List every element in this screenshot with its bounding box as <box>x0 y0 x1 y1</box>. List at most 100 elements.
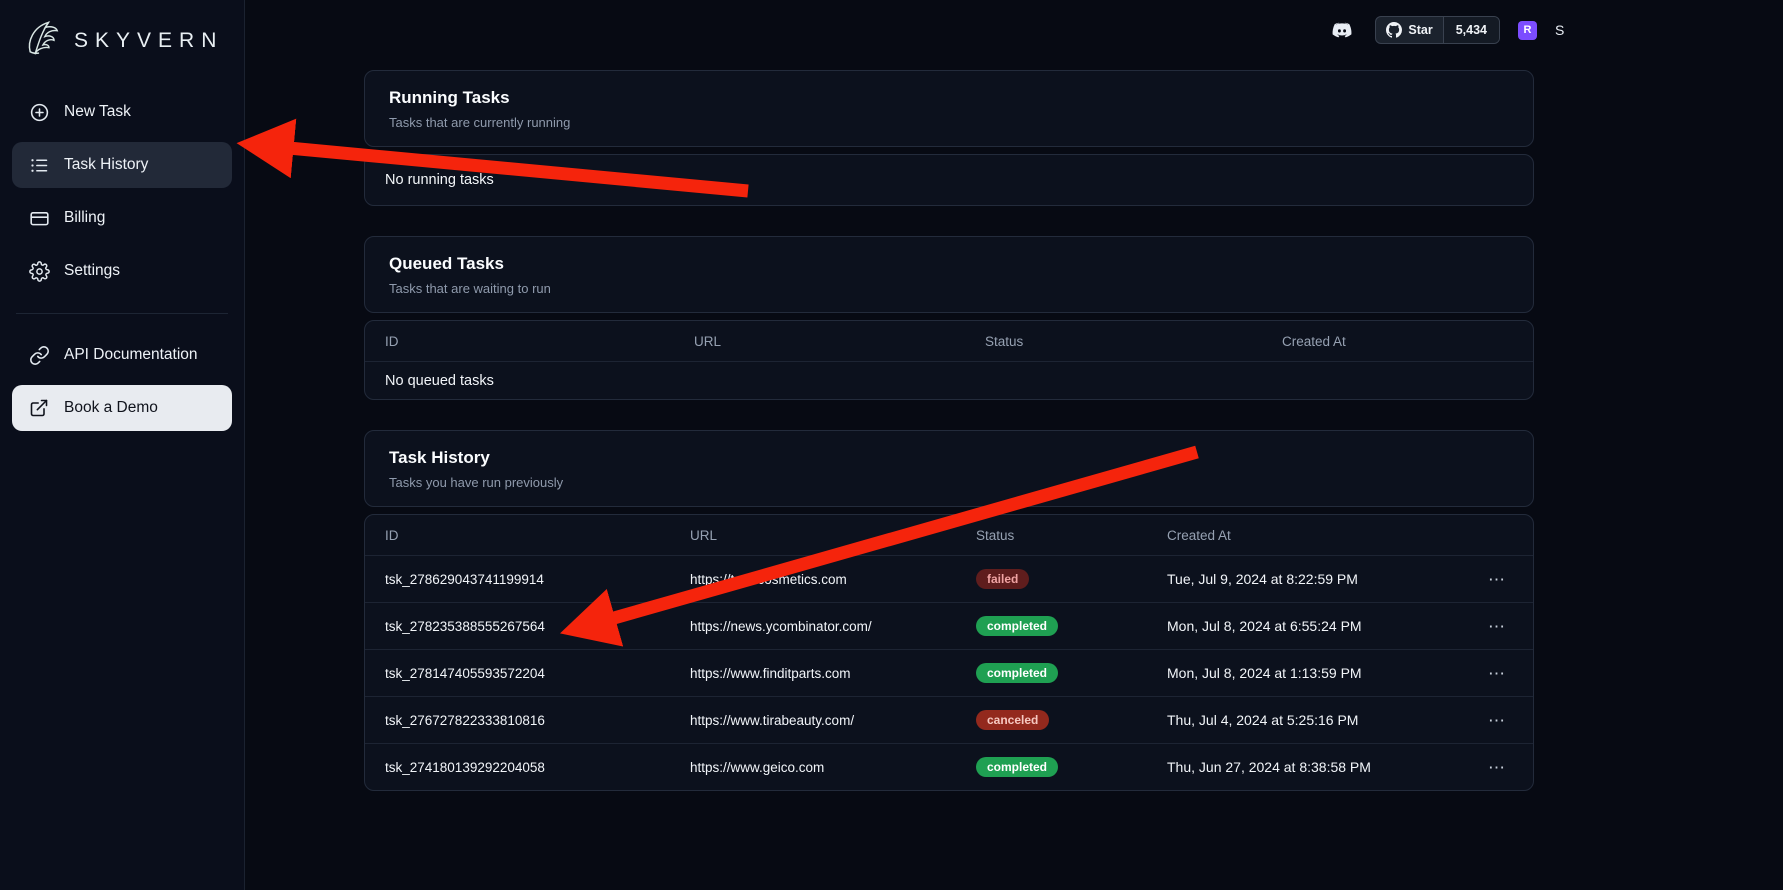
task-url: https://news.ycombinator.com/ <box>670 619 956 634</box>
task-history-table-header: ID URL Status Created At <box>365 515 1533 555</box>
task-history-row[interactable]: tsk_274180139292204058 https://www.geico… <box>365 743 1533 790</box>
task-status-cell: completed <box>956 663 1147 683</box>
task-status-cell: canceled <box>956 710 1147 730</box>
queued-tasks-title: Queued Tasks <box>389 254 1509 274</box>
main-area: Star 5,434 R S Running Tasks Tasks that … <box>245 0 1783 890</box>
sidebar-item-new-task[interactable]: New Task <box>12 89 232 135</box>
task-actions-cell: ⋯ <box>1473 757 1533 778</box>
queued-tasks-header-card: Queued Tasks Tasks that are waiting to r… <box>364 236 1534 313</box>
github-star-label: Star <box>1408 23 1432 37</box>
app-root: SKYVERN New Task Task History <box>0 0 1783 890</box>
task-history-row[interactable]: tsk_276727822333810816 https://www.tirab… <box>365 696 1533 743</box>
status-badge: completed <box>976 757 1058 777</box>
row-actions-button[interactable]: ⋯ <box>1484 663 1509 684</box>
task-actions-cell: ⋯ <box>1473 569 1533 590</box>
column-header-status: Status <box>956 528 1147 543</box>
queued-tasks-empty-row: No queued tasks <box>365 361 1533 399</box>
task-url: https://www.geico.com <box>670 760 956 775</box>
github-star-count: 5,434 <box>1443 17 1499 43</box>
task-history-row[interactable]: tsk_278147405593572204 https://www.findi… <box>365 649 1533 696</box>
task-status-cell: failed <box>956 569 1147 589</box>
running-tasks-subtitle: Tasks that are currently running <box>389 115 1509 130</box>
status-badge: completed <box>976 663 1058 683</box>
task-url: https://www.finditparts.com <box>670 666 956 681</box>
github-star-segment: Star <box>1376 17 1442 43</box>
list-icon <box>28 155 50 176</box>
github-icon <box>1386 22 1402 38</box>
plus-circle-icon <box>28 102 50 123</box>
task-history-title: Task History <box>389 448 1509 468</box>
task-actions-cell: ⋯ <box>1473 663 1533 684</box>
running-tasks-empty: No running tasks <box>364 154 1534 206</box>
credit-card-icon <box>28 208 50 229</box>
sidebar-divider <box>16 313 228 314</box>
task-id: tsk_276727822333810816 <box>365 713 670 728</box>
task-id: tsk_278147405593572204 <box>365 666 670 681</box>
task-actions-cell: ⋯ <box>1473 616 1533 637</box>
task-history-header-card: Task History Tasks you have run previous… <box>364 430 1534 507</box>
topbar: Star 5,434 R S <box>245 0 1783 60</box>
sidebar-item-label: Settings <box>64 262 120 280</box>
discord-icon[interactable] <box>1327 19 1357 42</box>
column-header-status: Status <box>965 334 1262 349</box>
status-badge: failed <box>976 569 1029 589</box>
github-star-button[interactable]: Star 5,434 <box>1375 16 1500 44</box>
task-created-at: Tue, Jul 9, 2024 at 8:22:59 PM <box>1147 571 1473 587</box>
task-history-row[interactable]: tsk_278235388555267564 https://news.ycom… <box>365 602 1533 649</box>
queued-tasks-table: ID URL Status Created At No queued tasks <box>364 320 1534 400</box>
column-header-created-at: Created At <box>1147 528 1473 543</box>
task-history-table: ID URL Status Created At tsk_27862904374… <box>364 514 1534 791</box>
sidebar-item-label: Task History <box>64 156 148 174</box>
sidebar-item-api-documentation[interactable]: API Documentation <box>12 332 232 378</box>
sidebar-item-label: Billing <box>64 209 105 227</box>
queued-tasks-subtitle: Tasks that are waiting to run <box>389 281 1509 296</box>
task-actions-cell: ⋯ <box>1473 710 1533 731</box>
username-text: S <box>1555 22 1567 38</box>
column-header-id: ID <box>365 528 670 543</box>
task-created-at: Thu, Jul 4, 2024 at 5:25:16 PM <box>1147 712 1473 728</box>
sidebar-item-settings[interactable]: Settings <box>12 248 232 294</box>
column-header-created-at: Created At <box>1262 334 1533 349</box>
gear-icon <box>28 261 50 282</box>
queued-tasks-table-header: ID URL Status Created At <box>365 321 1533 361</box>
task-id: tsk_274180139292204058 <box>365 760 670 775</box>
content: Running Tasks Tasks that are currently r… <box>245 60 1783 821</box>
queued-tasks-empty-text: No queued tasks <box>365 373 1533 389</box>
row-actions-button[interactable]: ⋯ <box>1484 616 1509 637</box>
sidebar-item-label: API Documentation <box>64 346 198 364</box>
task-history-subtitle: Tasks you have run previously <box>389 475 1509 490</box>
task-url: https://www.tirabeauty.com/ <box>670 713 956 728</box>
running-tasks-section: Running Tasks Tasks that are currently r… <box>364 70 1534 206</box>
book-a-demo-button[interactable]: Book a Demo <box>12 385 232 431</box>
row-actions-button[interactable]: ⋯ <box>1484 757 1509 778</box>
task-status-cell: completed <box>956 757 1147 777</box>
sidebar-item-billing[interactable]: Billing <box>12 195 232 241</box>
sidebar-item-task-history[interactable]: Task History <box>12 142 232 188</box>
task-created-at: Thu, Jun 27, 2024 at 8:38:58 PM <box>1147 759 1473 775</box>
running-tasks-title: Running Tasks <box>389 88 1509 108</box>
row-actions-button[interactable]: ⋯ <box>1484 710 1509 731</box>
sidebar-item-label: Book a Demo <box>64 399 158 417</box>
sidebar: SKYVERN New Task Task History <box>0 0 245 890</box>
column-header-id: ID <box>365 334 674 349</box>
logo-text: SKYVERN <box>74 29 223 53</box>
running-tasks-header-card: Running Tasks Tasks that are currently r… <box>364 70 1534 147</box>
external-link-icon <box>28 398 50 418</box>
queued-tasks-section: Queued Tasks Tasks that are waiting to r… <box>364 236 1534 400</box>
skyvern-logo-icon <box>20 16 66 65</box>
task-created-at: Mon, Jul 8, 2024 at 6:55:24 PM <box>1147 618 1473 634</box>
row-actions-button[interactable]: ⋯ <box>1484 569 1509 590</box>
link-icon <box>28 345 50 366</box>
task-id: tsk_278235388555267564 <box>365 619 670 634</box>
task-url: https://tartecosmetics.com <box>670 572 956 587</box>
avatar[interactable]: R <box>1518 21 1537 40</box>
sidebar-item-label: New Task <box>64 103 131 121</box>
task-history-row[interactable]: tsk_278629043741199914 https://tartecosm… <box>365 555 1533 602</box>
column-header-url: URL <box>670 528 956 543</box>
task-history-section: Task History Tasks you have run previous… <box>364 430 1534 791</box>
task-created-at: Mon, Jul 8, 2024 at 1:13:59 PM <box>1147 665 1473 681</box>
logo: SKYVERN <box>12 14 232 89</box>
task-status-cell: completed <box>956 616 1147 636</box>
status-badge: completed <box>976 616 1058 636</box>
status-badge: canceled <box>976 710 1049 730</box>
